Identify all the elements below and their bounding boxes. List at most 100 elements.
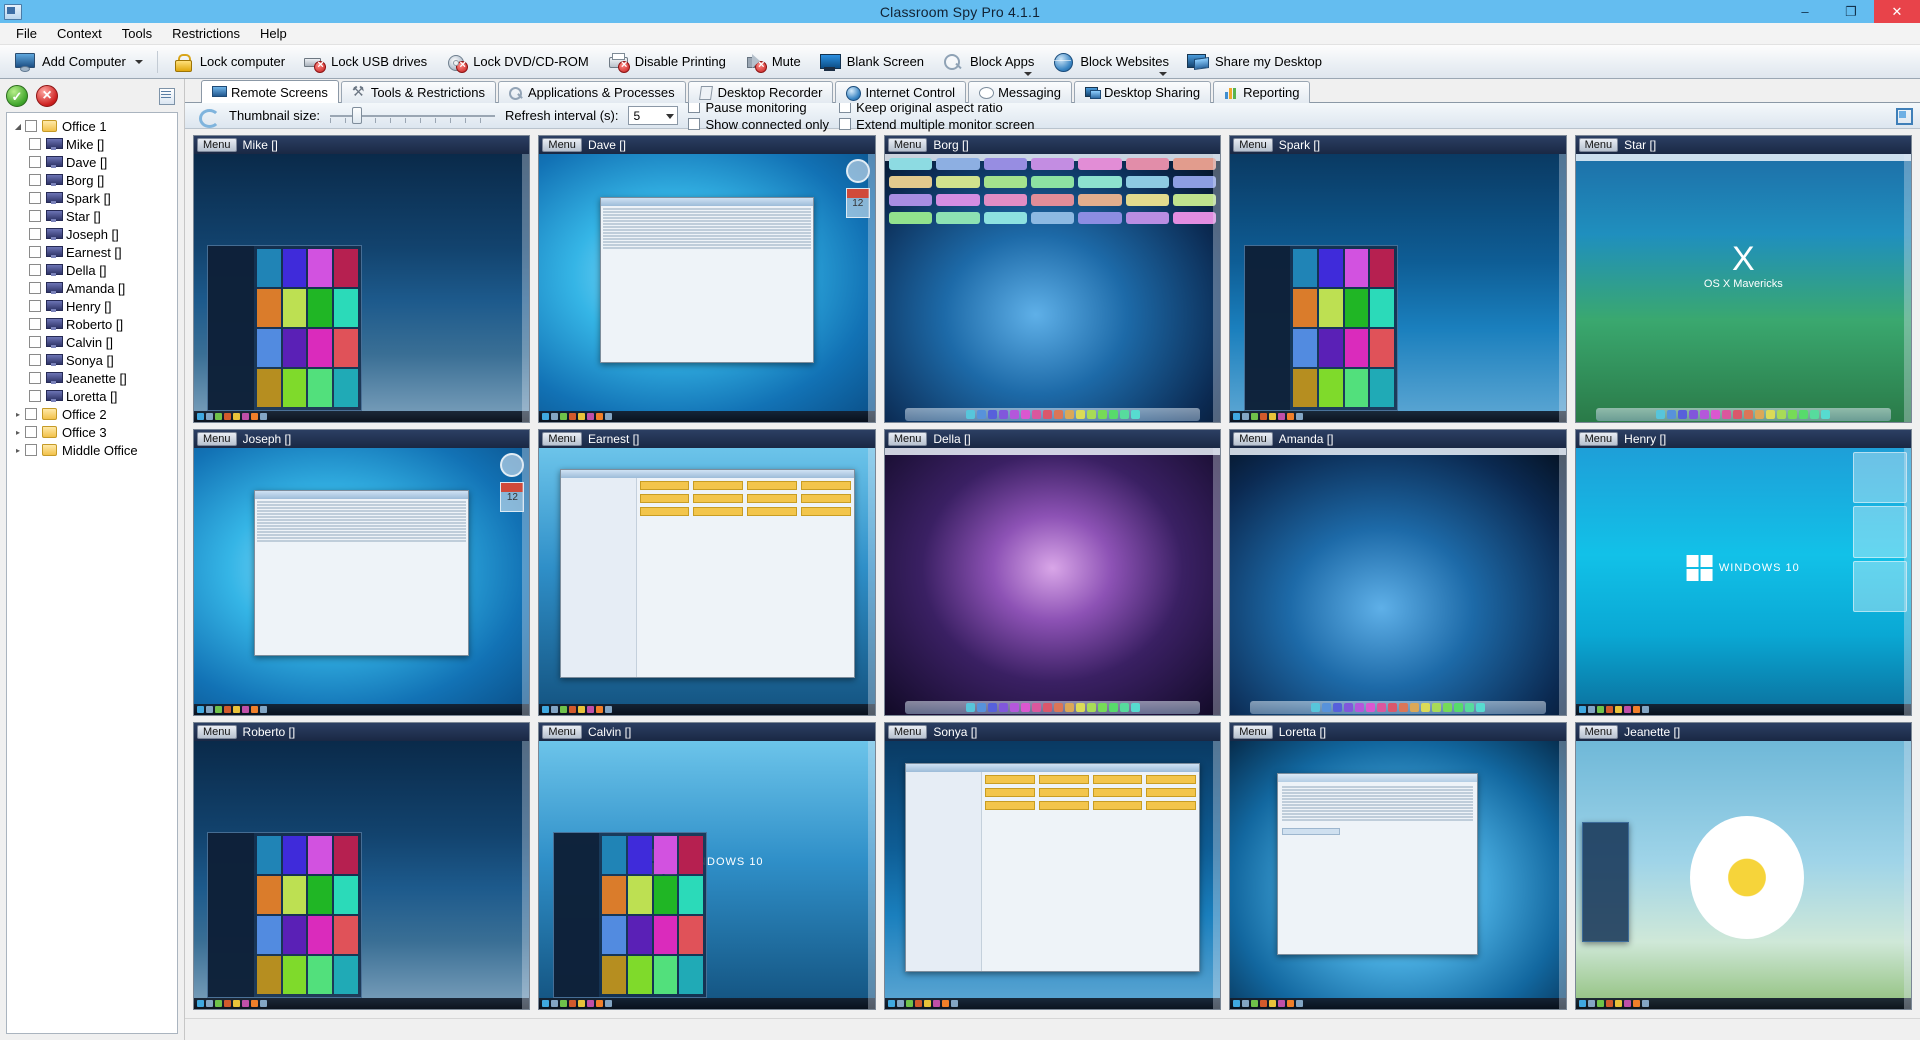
- block-websites-button[interactable]: Block Websites: [1044, 47, 1177, 77]
- chevron-down-icon[interactable]: [666, 114, 674, 119]
- thumbnail-menu-button[interactable]: Menu: [1579, 138, 1619, 152]
- thumbnail-size-slider[interactable]: [330, 107, 495, 125]
- computer-tree[interactable]: ◢Office 1Mike []Dave []Borg []Spark []St…: [6, 112, 178, 1034]
- tree-computer-row[interactable]: Joseph []: [7, 225, 177, 243]
- thumbnail-menu-button[interactable]: Menu: [888, 725, 928, 739]
- thumbnail-screen[interactable]: [885, 741, 1220, 1009]
- list-view-icon[interactable]: [158, 86, 178, 106]
- mute-button[interactable]: Mute: [736, 47, 809, 77]
- share-my-desktop-button[interactable]: Share my Desktop: [1179, 47, 1330, 77]
- thumbnail-screen[interactable]: [1576, 741, 1911, 1009]
- tab-remote-screens[interactable]: Remote Screens: [201, 80, 339, 103]
- tree-group-row[interactable]: ◢Office 1: [7, 117, 177, 135]
- tree-item-checkbox[interactable]: [25, 408, 37, 420]
- remote-screen-thumbnail[interactable]: MenuBorg []: [884, 135, 1221, 423]
- tree-item-checkbox[interactable]: [29, 264, 41, 276]
- thumbnail-screen[interactable]: [539, 448, 874, 716]
- chevron-down-icon[interactable]: [1159, 72, 1167, 76]
- tree-computer-row[interactable]: Roberto []: [7, 315, 177, 333]
- tab-applications-processes[interactable]: Applications & Processes: [498, 81, 686, 103]
- refresh-interval-select[interactable]: 5: [628, 106, 678, 125]
- refresh-icon[interactable]: [197, 107, 219, 125]
- tree-computer-row[interactable]: Henry []: [7, 297, 177, 315]
- menu-item-help[interactable]: Help: [250, 24, 297, 43]
- tree-computer-row[interactable]: Dave []: [7, 153, 177, 171]
- thumbnail-screen[interactable]: 12: [194, 448, 529, 716]
- thumbnail-scrollbar[interactable]: [1904, 741, 1911, 1009]
- thumbnail-scrollbar[interactable]: [1213, 448, 1220, 716]
- tree-computer-row[interactable]: Borg []: [7, 171, 177, 189]
- thumbnail-scrollbar[interactable]: [1904, 448, 1911, 716]
- tab-internet-control[interactable]: Internet Control: [835, 81, 966, 103]
- thumbnail-menu-button[interactable]: Menu: [1579, 432, 1619, 446]
- expand-toggle-icon[interactable]: ▸: [11, 428, 25, 437]
- thumbnail-scrollbar[interactable]: [1904, 154, 1911, 422]
- remote-screen-thumbnail[interactable]: MenuLoretta []: [1229, 722, 1566, 1010]
- thumbnail-screen[interactable]: [1230, 448, 1565, 716]
- thumbnail-scrollbar[interactable]: [1559, 741, 1566, 1009]
- chevron-down-icon[interactable]: [1024, 72, 1032, 76]
- tree-item-checkbox[interactable]: [29, 210, 41, 222]
- tree-item-checkbox[interactable]: [29, 192, 41, 204]
- fullscreen-icon[interactable]: [1894, 106, 1912, 124]
- block-apps-button[interactable]: Block Apps: [934, 47, 1042, 77]
- tree-computer-row[interactable]: Spark []: [7, 189, 177, 207]
- thumbnail-menu-button[interactable]: Menu: [197, 725, 237, 739]
- extend-multiple-monitor-checkbox[interactable]: [839, 118, 851, 130]
- tab-messaging[interactable]: Messaging: [968, 81, 1072, 103]
- tree-item-checkbox[interactable]: [25, 120, 37, 132]
- thumbnail-scrollbar[interactable]: [1559, 448, 1566, 716]
- extend-multiple-monitor-row[interactable]: Extend multiple monitor screen: [839, 117, 1034, 132]
- tree-item-checkbox[interactable]: [25, 426, 37, 438]
- remote-screen-thumbnail[interactable]: MenuStar []XOS X Mavericks: [1575, 135, 1912, 423]
- remote-screen-thumbnail[interactable]: MenuEarnest []: [538, 429, 875, 717]
- chevron-down-icon[interactable]: [135, 60, 143, 64]
- remote-screen-thumbnail[interactable]: MenuHenry []WINDOWS 10: [1575, 429, 1912, 717]
- tree-group-row[interactable]: ▸Office 2: [7, 405, 177, 423]
- tree-item-checkbox[interactable]: [25, 444, 37, 456]
- tree-group-row[interactable]: ▸Office 3: [7, 423, 177, 441]
- thumbnail-menu-button[interactable]: Menu: [1233, 725, 1273, 739]
- disable-printing-button[interactable]: Disable Printing: [599, 47, 734, 77]
- remote-screen-thumbnail[interactable]: MenuDave []12: [538, 135, 875, 423]
- add-computer-button[interactable]: Add Computer: [6, 47, 151, 77]
- green-check-icon[interactable]: [6, 85, 28, 107]
- menu-item-tools[interactable]: Tools: [112, 24, 162, 43]
- expand-toggle-icon[interactable]: ▸: [11, 410, 25, 419]
- menu-item-restrictions[interactable]: Restrictions: [162, 24, 250, 43]
- tab-desktop-sharing[interactable]: Desktop Sharing: [1074, 81, 1211, 103]
- tree-computer-row[interactable]: Loretta []: [7, 387, 177, 405]
- tab-desktop-recorder[interactable]: Desktop Recorder: [688, 81, 834, 103]
- thumbnail-scrollbar[interactable]: [522, 448, 529, 716]
- remote-screen-thumbnail[interactable]: MenuSonya []: [884, 722, 1221, 1010]
- tree-item-checkbox[interactable]: [29, 390, 41, 402]
- tree-item-checkbox[interactable]: [29, 282, 41, 294]
- remote-screen-thumbnail[interactable]: MenuRoberto []: [193, 722, 530, 1010]
- thumbnail-screen[interactable]: WINDOWS 10: [539, 741, 874, 1009]
- tree-item-checkbox[interactable]: [29, 246, 41, 258]
- thumbnail-screen[interactable]: WINDOWS 10: [1576, 448, 1911, 716]
- red-x-icon[interactable]: [36, 85, 58, 107]
- tree-computer-row[interactable]: Jeanette []: [7, 369, 177, 387]
- tree-group-row[interactable]: ▸Middle Office: [7, 441, 177, 459]
- thumbnail-menu-button[interactable]: Menu: [888, 138, 928, 152]
- thumbnail-screen[interactable]: XOS X Mavericks: [1576, 154, 1911, 422]
- thumbnail-scrollbar[interactable]: [1213, 741, 1220, 1009]
- thumbnail-screen[interactable]: [194, 154, 529, 422]
- thumbnail-menu-button[interactable]: Menu: [542, 432, 582, 446]
- tree-computer-row[interactable]: Della []: [7, 261, 177, 279]
- thumbnail-menu-button[interactable]: Menu: [1579, 725, 1619, 739]
- tree-item-checkbox[interactable]: [29, 228, 41, 240]
- remote-screen-thumbnail[interactable]: MenuDella []: [884, 429, 1221, 717]
- tree-computer-row[interactable]: Amanda []: [7, 279, 177, 297]
- thumbnail-screen[interactable]: [885, 154, 1220, 422]
- remote-screen-thumbnail[interactable]: MenuCalvin []WINDOWS 10: [538, 722, 875, 1010]
- thumbnail-scrollbar[interactable]: [1213, 154, 1220, 422]
- thumbnail-menu-button[interactable]: Menu: [1233, 432, 1273, 446]
- thumbnail-screen[interactable]: [885, 448, 1220, 716]
- tree-item-checkbox[interactable]: [29, 318, 41, 330]
- thumbnail-scrollbar[interactable]: [522, 741, 529, 1009]
- lock-usb-drives-button[interactable]: Lock USB drives: [295, 47, 435, 77]
- slider-thumb[interactable]: [352, 107, 362, 124]
- thumbnail-screen[interactable]: 12: [539, 154, 874, 422]
